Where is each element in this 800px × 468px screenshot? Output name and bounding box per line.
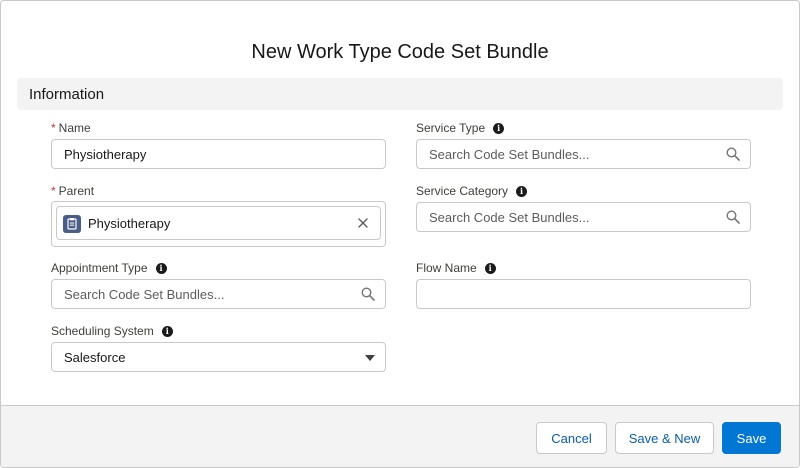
scheduling-system-select[interactable]: Salesforce: [51, 342, 386, 372]
required-marker: *: [51, 121, 56, 135]
scheduling-system-value: Salesforce: [64, 349, 126, 365]
save-button[interactable]: Save: [722, 422, 781, 454]
flow-name-label: Flow Name i: [416, 261, 496, 275]
info-icon[interactable]: i: [155, 262, 167, 274]
info-icon[interactable]: i: [484, 262, 496, 274]
info-icon[interactable]: i: [493, 122, 505, 134]
appointment-type-input[interactable]: Search Code Set Bundles...: [51, 279, 386, 309]
parent-label: * Parent: [51, 184, 94, 198]
appointment-type-label-text: Appointment Type: [51, 261, 148, 275]
name-input-value: Physiotherapy: [64, 146, 147, 162]
scheduling-system-label-text: Scheduling System: [51, 324, 154, 338]
section-header[interactable]: Information: [17, 78, 783, 110]
service-type-placeholder: Search Code Set Bundles...: [429, 146, 590, 162]
save-and-new-button[interactable]: Save & New: [615, 422, 714, 454]
parent-label-text: Parent: [58, 184, 95, 198]
service-type-input[interactable]: Search Code Set Bundles...: [416, 139, 751, 169]
modal-footer: Cancel Save & New Save: [1, 405, 799, 467]
name-label-text: Name: [58, 121, 91, 135]
info-icon[interactable]: i: [516, 185, 528, 197]
close-icon[interactable]: [356, 216, 370, 230]
search-icon: [726, 147, 740, 161]
service-category-input[interactable]: Search Code Set Bundles...: [416, 202, 751, 232]
parent-selected-label: Physiotherapy: [88, 216, 171, 231]
flow-name-label-text: Flow Name: [416, 261, 477, 275]
parent-selected-pill[interactable]: Physiotherapy: [56, 206, 381, 240]
modal-title: New Work Type Code Set Bundle: [251, 41, 549, 63]
required-marker: *: [51, 184, 56, 198]
cancel-button[interactable]: Cancel: [536, 422, 607, 454]
service-category-placeholder: Search Code Set Bundles...: [429, 209, 590, 225]
service-type-label: Service Type i: [416, 121, 505, 135]
parent-lookup: Physiotherapy: [51, 201, 386, 247]
chevron-down-icon: [365, 355, 375, 361]
appointment-type-label: Appointment Type i: [51, 261, 167, 275]
record-icon-glyph: [67, 218, 77, 230]
section-title: Information: [29, 86, 105, 103]
service-category-label-text: Service Category: [416, 184, 509, 198]
flow-name-input[interactable]: [416, 279, 751, 309]
modal-dialog: New Work Type Code Set Bundle Informatio…: [0, 0, 800, 468]
scheduling-system-label: Scheduling System i: [51, 324, 173, 338]
info-icon[interactable]: i: [161, 325, 173, 337]
appointment-type-placeholder: Search Code Set Bundles...: [64, 286, 225, 302]
service-category-label: Service Category i: [416, 184, 528, 198]
service-type-label-text: Service Type: [416, 121, 486, 135]
search-icon: [361, 287, 375, 301]
record-icon: [63, 215, 81, 233]
search-icon: [726, 210, 740, 224]
name-input[interactable]: Physiotherapy: [51, 139, 386, 169]
name-label: * Name: [51, 121, 91, 135]
